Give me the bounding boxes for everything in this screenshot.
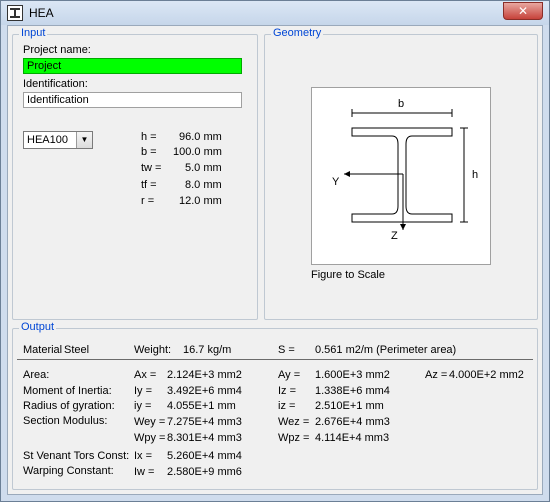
wey-value: 7.275E+4 mm3	[167, 416, 242, 428]
material-label: Material	[23, 344, 63, 356]
geometry-group-label: Geometry	[271, 27, 324, 39]
ry-value: 4.055E+1 mm	[167, 400, 236, 412]
inertia-label: Moment of Inertia:	[23, 385, 112, 397]
wey-label: Wey =	[134, 416, 166, 428]
ix-label: Ix =	[134, 450, 153, 462]
app-window: HEA ✕ Input Project name: Project Identi…	[0, 0, 550, 502]
y-axis-label: Y	[332, 176, 340, 188]
dim-value: 8.0 mm	[185, 179, 222, 191]
identification-field[interactable]: Identification	[23, 92, 242, 108]
iw-value: 2.580E+9 mm6	[167, 466, 242, 478]
dim-value: 96.0 mm	[179, 131, 222, 143]
project-name-field[interactable]: Project	[23, 58, 242, 74]
section-figure: b h Y Z	[311, 87, 491, 265]
dim-value: 100.0 mm	[173, 146, 222, 158]
window-title: HEA	[29, 6, 54, 20]
title-bar[interactable]: HEA ✕	[1, 1, 549, 25]
ibeam-app-icon	[7, 5, 23, 21]
perimeter-label: S =	[278, 344, 295, 356]
dim-name: tw =	[141, 162, 162, 174]
identification-label: Identification:	[23, 78, 88, 90]
gyration-label: Radius of gyration:	[23, 400, 115, 412]
torsion-label: St Venant Tors Const:	[23, 450, 130, 462]
wpz-label: Wpz =	[278, 432, 310, 444]
warping-label: Warping Constant:	[23, 465, 114, 477]
main-panel: Input Project name: Project Identificati…	[7, 25, 543, 495]
profile-select-value: HEA100	[27, 134, 68, 146]
figure-caption: Figure to Scale	[311, 269, 385, 281]
geometry-group: Geometry b h Y Z Figure to Scale	[264, 27, 538, 320]
dim-value: 12.0 mm	[179, 195, 222, 207]
ax-value: 2.124E+3 mm2	[167, 369, 242, 381]
z-axis-label: Z	[391, 230, 398, 242]
iw-label: Iw =	[134, 466, 155, 478]
close-icon: ✕	[517, 4, 529, 18]
ax-label: Ax =	[134, 369, 157, 381]
profile-select[interactable]: HEA100 ▼	[23, 131, 93, 149]
iz-label: Iz =	[278, 385, 297, 397]
dim-value: 5.0 mm	[185, 162, 222, 174]
material-value: Steel	[64, 344, 90, 356]
output-group: Output Material Steel Weight: 16.7 kg/m …	[12, 321, 538, 490]
dim-name: h =	[141, 131, 157, 143]
az-value: 4.000E+2 mm2	[449, 369, 524, 381]
width-dim-label: b	[398, 98, 405, 110]
close-button[interactable]: ✕	[503, 2, 543, 20]
input-group-label: Input	[19, 27, 48, 39]
area-label: Area:	[23, 369, 50, 381]
divider	[17, 359, 533, 360]
rz-value: 2.510E+1 mm	[315, 400, 384, 412]
az-label: Az =	[425, 369, 448, 381]
iy-value: 3.492E+6 mm4	[167, 385, 242, 397]
input-group: Input Project name: Project Identificati…	[12, 27, 258, 320]
wpz-value: 4.114E+4 mm3	[315, 432, 390, 444]
perimeter-value: 0.561 m2/m (Perimeter area)	[315, 344, 457, 356]
ay-label: Ay =	[278, 369, 301, 381]
wez-value: 2.676E+4 mm3	[315, 416, 390, 428]
wpy-value: 8.301E+4 mm3	[167, 432, 242, 444]
height-dim-label: h	[472, 169, 479, 181]
weight-value: 16.7 kg/m	[183, 344, 232, 356]
wpy-label: Wpy =	[134, 432, 166, 444]
ry-label: iy =	[134, 400, 152, 412]
ay-value: 1.600E+3 mm2	[315, 369, 390, 381]
project-name-label: Project name:	[23, 44, 91, 56]
modulus-label: Section Modulus:	[23, 415, 108, 427]
dim-name: tf =	[141, 179, 157, 191]
ix-value: 5.260E+4 mm4	[167, 450, 242, 462]
iz-value: 1.338E+6 mm4	[315, 385, 390, 397]
iy-label: Iy =	[134, 385, 153, 397]
wez-label: Wez =	[278, 416, 310, 428]
rz-label: iz =	[278, 400, 296, 412]
dim-name: b =	[141, 146, 157, 158]
output-group-label: Output	[19, 321, 57, 333]
weight-label: Weight:	[134, 344, 172, 356]
chevron-down-icon[interactable]: ▼	[76, 132, 92, 148]
dim-name: r =	[141, 195, 155, 207]
